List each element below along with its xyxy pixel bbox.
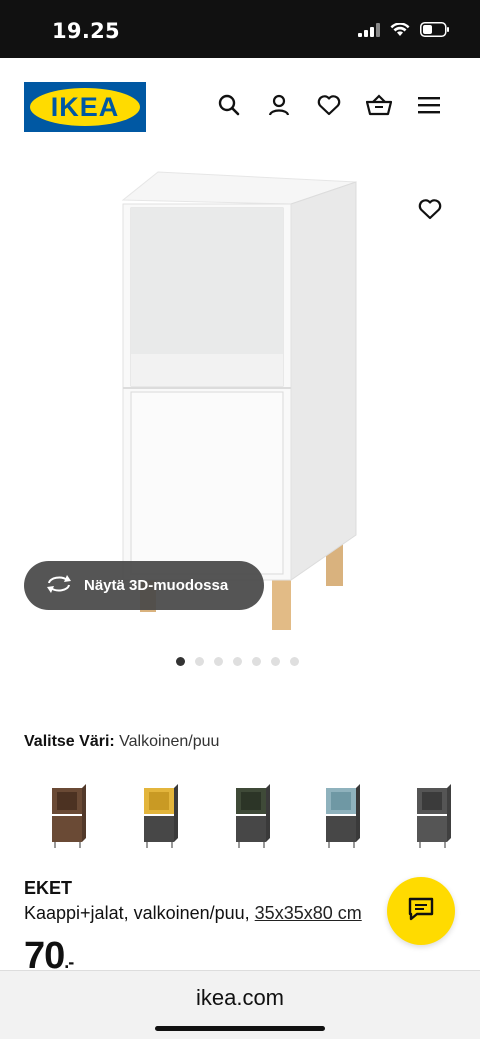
swatch-dark-grey[interactable] bbox=[413, 780, 453, 848]
gallery-dot[interactable] bbox=[252, 657, 261, 666]
status-icons bbox=[358, 21, 450, 42]
site-header: IKEA bbox=[0, 58, 480, 158]
gallery-dot[interactable] bbox=[176, 657, 185, 666]
gallery-pagination bbox=[176, 657, 299, 666]
color-selector-label: Valitse Väri: Valkoinen/puu bbox=[24, 733, 219, 751]
chat-button[interactable] bbox=[387, 877, 455, 945]
home-indicator bbox=[155, 1026, 325, 1031]
view-3d-button[interactable]: Näytä 3D-muodossa bbox=[24, 561, 264, 610]
gallery-dot[interactable] bbox=[271, 657, 280, 666]
color-label: Valitse Väri: bbox=[24, 733, 115, 750]
status-time: 19.25 bbox=[52, 19, 120, 43]
logo-text: IKEA bbox=[51, 92, 120, 122]
favorites-icon[interactable] bbox=[316, 92, 342, 118]
wifi-icon bbox=[390, 21, 410, 42]
cart-icon[interactable] bbox=[366, 92, 392, 118]
logo-oval: IKEA bbox=[30, 88, 140, 126]
chat-icon bbox=[408, 897, 434, 926]
signal-icon bbox=[358, 22, 380, 42]
gallery-dot[interactable] bbox=[214, 657, 223, 666]
save-to-favorites-icon[interactable] bbox=[418, 198, 444, 224]
header-actions bbox=[216, 92, 442, 118]
account-icon[interactable] bbox=[266, 92, 292, 118]
menu-icon[interactable] bbox=[416, 92, 442, 118]
ikea-logo[interactable]: IKEA bbox=[24, 82, 146, 132]
browser-address-bar[interactable]: ikea.com bbox=[0, 970, 480, 1039]
battery-icon bbox=[420, 22, 450, 42]
product-dimensions-link[interactable]: 35x35x80 cm bbox=[255, 903, 362, 923]
search-icon[interactable] bbox=[216, 92, 242, 118]
swatch-brown[interactable] bbox=[48, 780, 88, 848]
browser-url[interactable]: ikea.com bbox=[0, 985, 480, 1011]
status-bar: 19.25 bbox=[0, 0, 480, 58]
color-value: Valkoinen/puu bbox=[119, 733, 220, 750]
gallery-dot[interactable] bbox=[290, 657, 299, 666]
view-3d-label: Näytä 3D-muodossa bbox=[84, 577, 229, 594]
swatch-blue[interactable] bbox=[322, 780, 362, 848]
product-desc-text: Kaappi+jalat, valkoinen/puu, bbox=[24, 903, 255, 923]
product-image-gallery[interactable]: Näytä 3D-muodossa bbox=[0, 158, 480, 638]
price-suffix: .- bbox=[64, 952, 74, 972]
product-name: EKET bbox=[24, 878, 73, 898]
product-description: Kaappi+jalat, valkoinen/puu, 35x35x80 cm bbox=[24, 903, 424, 924]
swatch-yellow[interactable] bbox=[140, 780, 180, 848]
swatch-green[interactable] bbox=[232, 780, 272, 848]
gallery-dot[interactable] bbox=[195, 657, 204, 666]
color-swatches bbox=[0, 770, 480, 860]
rotate-3d-icon bbox=[46, 574, 72, 598]
gallery-dot[interactable] bbox=[233, 657, 242, 666]
